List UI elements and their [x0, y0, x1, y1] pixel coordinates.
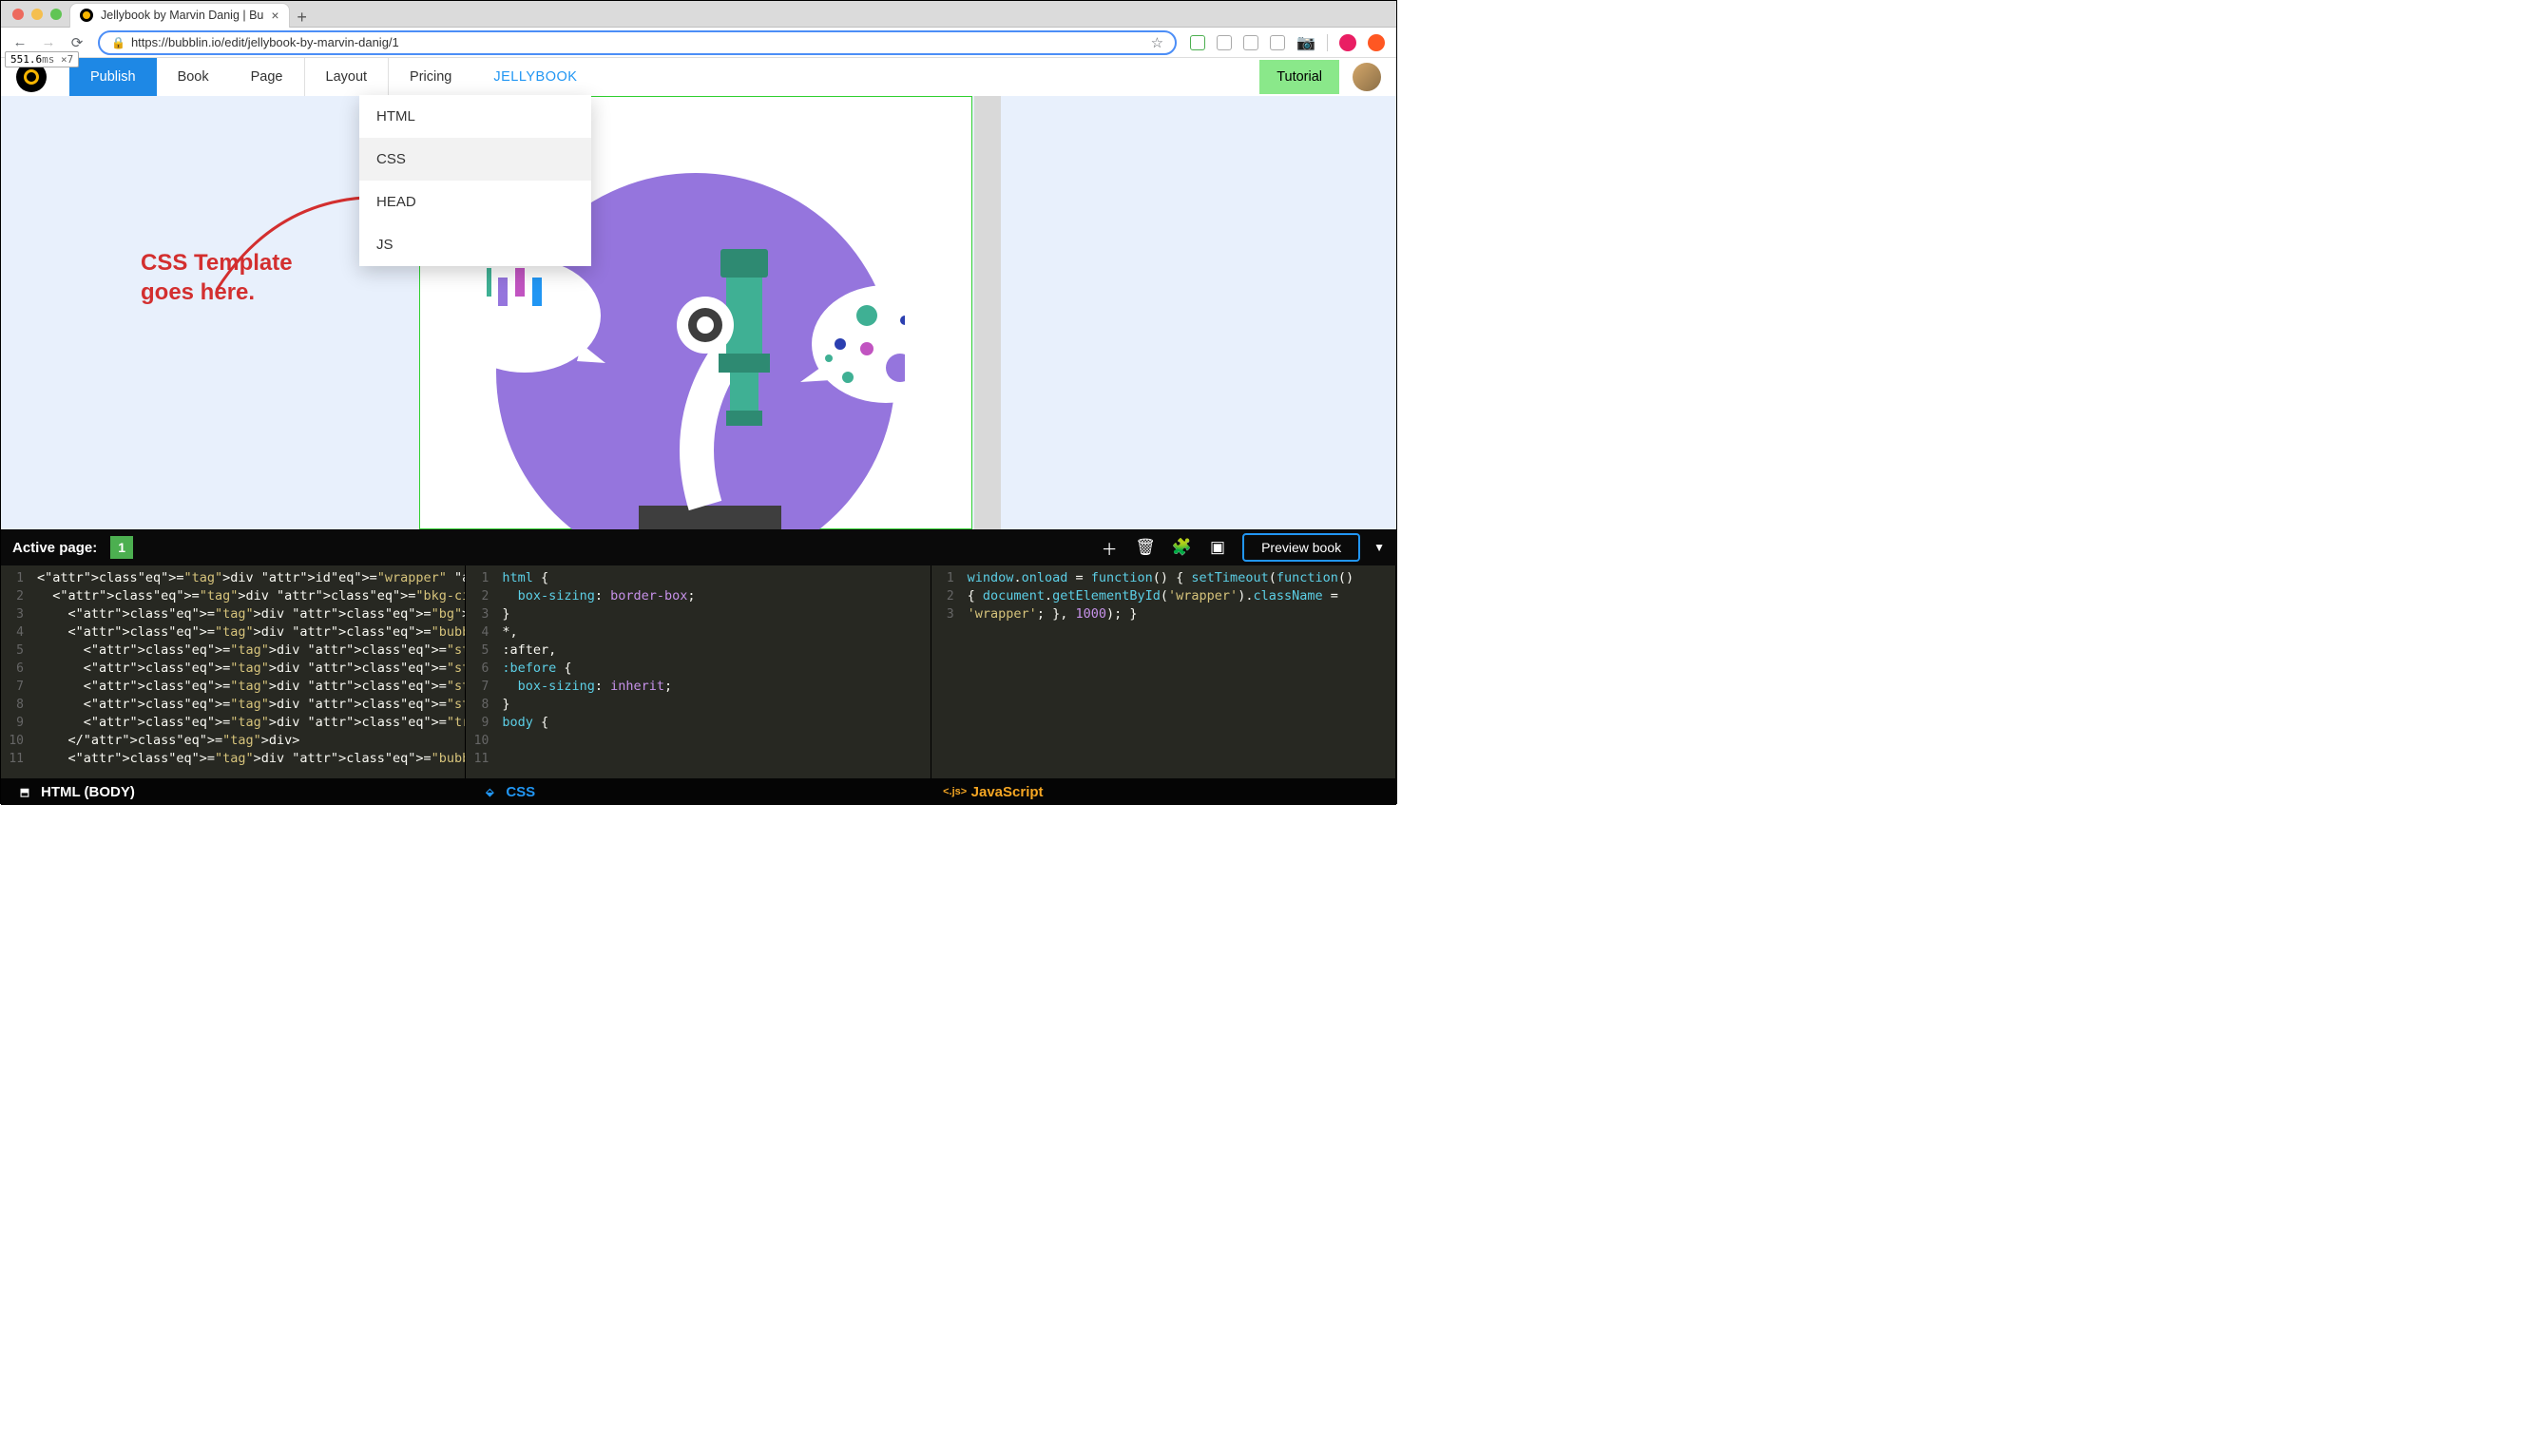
user-avatar[interactable]: [1353, 63, 1381, 91]
editor-toolbar: Active page: 1 ＋ 🗑 🧩 ▣ Preview book ▼: [1, 529, 1396, 565]
active-page-label: Active page:: [12, 540, 97, 556]
html-editor[interactable]: 1234567891011 <"attr">class"eq">="tag">d…: [1, 565, 466, 778]
dropdown-item-head[interactable]: HEAD: [359, 181, 591, 223]
ext-icon-2[interactable]: [1217, 35, 1232, 50]
active-page-number: 1: [110, 536, 133, 559]
reload-icon[interactable]: ⟳: [69, 34, 85, 51]
publish-button[interactable]: Publish: [69, 58, 157, 96]
url-input[interactable]: [131, 35, 1145, 49]
ext-icon-4[interactable]: [1270, 35, 1285, 50]
js-icon: <.js>: [947, 783, 964, 800]
footer-js-label: <.js> JavaScript: [931, 783, 1396, 800]
window-min-icon[interactable]: [31, 9, 43, 20]
forward-icon[interactable]: →: [41, 34, 56, 50]
nav-page[interactable]: Page: [230, 58, 304, 96]
app-navbar: Publish Book Page Layout Pricing JELLYBO…: [1, 58, 1396, 96]
dropdown-item-html[interactable]: HTML: [359, 95, 591, 138]
tab-close-icon[interactable]: ×: [271, 8, 278, 23]
preview-book-button[interactable]: Preview book: [1242, 533, 1360, 562]
camera-icon[interactable]: 📷: [1296, 33, 1315, 52]
tutorial-button[interactable]: Tutorial: [1259, 60, 1339, 94]
address-bar: ← → ⟳ 🔒 ☆ 📷: [1, 28, 1396, 58]
toolbar-caret-icon[interactable]: ▼: [1373, 541, 1385, 554]
browser-tab-strip: Jellybook by Marvin Danig | Bu × +: [1, 1, 1396, 28]
divider: [1327, 34, 1328, 51]
nav-layout[interactable]: Layout: [304, 58, 390, 96]
nav-pricing[interactable]: Pricing: [389, 58, 472, 96]
ext-icon-3[interactable]: [1243, 35, 1258, 50]
code-editors: 1234567891011 <"attr">class"eq">="tag">d…: [1, 565, 1396, 778]
favicon-icon: [80, 9, 93, 22]
js-editor[interactable]: 123 window.onload = function() { setTime…: [931, 565, 1396, 778]
new-tab-button[interactable]: +: [290, 8, 315, 28]
back-icon[interactable]: ←: [12, 34, 28, 50]
annotation: CSS Template goes here.: [141, 185, 293, 307]
footer-css-label: ⬙ CSS: [466, 783, 931, 800]
preview-pane: [1, 96, 1396, 529]
nav-brand[interactable]: JELLYBOOK: [472, 58, 598, 96]
window-close-icon[interactable]: [12, 9, 24, 20]
page-shade: [974, 96, 1001, 529]
lock-icon: 🔒: [111, 36, 125, 49]
editor-footer: ⬒ HTML (BODY) ⬙ CSS <.js> JavaScript: [1, 778, 1396, 805]
css3-icon: ⬙: [481, 783, 498, 800]
url-field[interactable]: 🔒 ☆: [98, 30, 1177, 55]
ext-icon-5[interactable]: [1368, 34, 1385, 51]
window-max-icon[interactable]: [50, 9, 62, 20]
perf-timing-badge: 551.6ms ×7: [5, 51, 79, 67]
add-page-icon[interactable]: ＋: [1098, 536, 1121, 560]
profile-icon[interactable]: [1339, 34, 1356, 51]
extensions: 📷: [1190, 33, 1385, 52]
dropdown-item-js[interactable]: JS: [359, 223, 591, 266]
delete-page-icon[interactable]: 🗑: [1134, 538, 1157, 557]
nav-book[interactable]: Book: [157, 58, 230, 96]
traffic-lights: [10, 9, 62, 20]
layout-dropdown: HTML CSS HEAD JS: [359, 95, 591, 266]
plugin-icon[interactable]: 🧩: [1170, 538, 1193, 557]
tab-title: Jellybook by Marvin Danig | Bu: [101, 9, 263, 22]
dropdown-item-css[interactable]: CSS: [359, 138, 591, 181]
css-editor[interactable]: 1234567891011 html { box-sizing: border-…: [466, 565, 931, 778]
ext-icon-1[interactable]: [1190, 35, 1205, 50]
bookmark-star-icon[interactable]: ☆: [1151, 34, 1163, 51]
layout-icon[interactable]: ▣: [1206, 538, 1229, 557]
browser-tab[interactable]: Jellybook by Marvin Danig | Bu ×: [69, 3, 290, 28]
html5-icon: ⬒: [16, 783, 33, 800]
footer-html-label: ⬒ HTML (BODY): [1, 783, 466, 800]
